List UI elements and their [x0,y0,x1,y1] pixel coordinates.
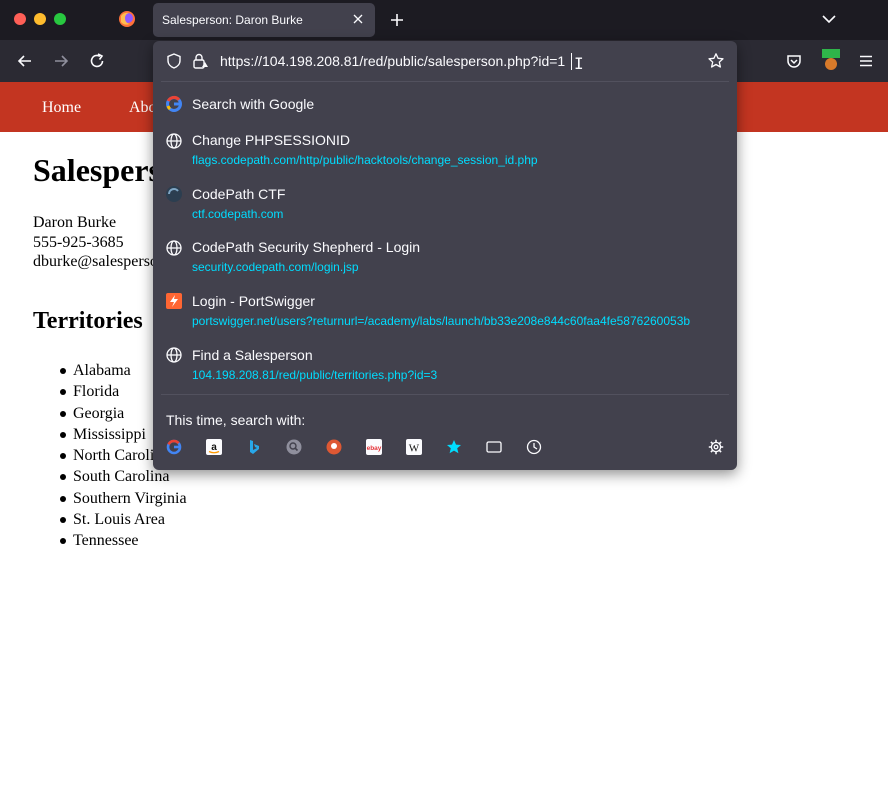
minimize-window-button[interactable] [34,13,46,25]
divider [161,394,729,395]
svg-text:ebay: ebay [367,445,382,452]
pocket-icon[interactable] [785,52,803,70]
divider [161,81,729,82]
territory-item: Tennessee [60,530,187,551]
forward-arrow-icon[interactable] [52,52,70,70]
suggestion-url: portswigger.net/users?returnurl=/academy… [192,314,691,328]
globe-icon [166,133,182,149]
suggestion-row[interactable]: Find a Salesperson 104.198.208.81/red/pu… [153,342,737,392]
tab-salesperson[interactable]: Salesperson: Daron Burke [153,3,375,37]
hamburger-menu-icon[interactable] [857,52,875,70]
territory-item: St. Louis Area [60,509,187,530]
codepath-favicon [166,186,182,202]
svg-text:W: W [409,443,420,455]
reload-icon[interactable] [88,52,106,70]
suggestion-url: flags.codepath.com/http/public/hacktools… [192,153,538,167]
suggestion-title: CodePath Security Shepherd - Login [192,239,421,255]
amazon-icon[interactable]: a [206,439,222,455]
duckduckgo-icon[interactable] [326,439,342,455]
close-icon[interactable] [351,12,365,26]
nav-link-home[interactable]: Home [42,99,81,117]
insecure-lock-icon[interactable] [191,52,209,70]
globe-icon [166,347,182,363]
zoom-window-button[interactable] [54,13,66,25]
google-icon [166,95,182,112]
suggestion-title: Find a Salesperson [192,347,313,363]
chevron-down-icon[interactable] [821,12,837,26]
history-icon[interactable] [526,439,542,455]
firefox-icon[interactable] [118,10,136,28]
back-arrow-icon[interactable] [16,52,34,70]
suggestion-title: CodePath CTF [192,186,286,202]
bookmarks-star-icon[interactable] [446,439,462,455]
tab-title: Salesperson: Daron Burke [162,13,303,27]
suggestion-row[interactable]: CodePath Security Shepherd - Login secur… [153,234,737,284]
tabs-icon[interactable] [486,439,502,455]
search-engine-icon[interactable] [286,439,302,455]
shield-icon[interactable] [165,52,183,70]
url-input[interactable]: https://104.198.208.81/red/public/salesp… [220,53,565,69]
territory-item: Southern Virginia [60,488,187,509]
gear-icon[interactable] [708,439,724,455]
svg-text:a: a [211,442,217,453]
title-bar: Salesperson: Daron Burke [0,0,888,40]
suggestion-title: Login - PortSwigger [192,293,315,309]
suggestion-url: ctf.codepath.com [192,207,284,221]
text-caret [571,53,572,70]
suggestion-row[interactable]: Change PHPSESSIONID flags.codepath.com/h… [153,127,737,177]
one-off-search-label: This time, search with: [166,412,306,428]
url-input-row[interactable]: https://104.198.208.81/red/public/salesp… [153,41,737,81]
suggestion-title: Change PHPSESSIONID [192,132,350,148]
globe-icon [166,240,182,256]
search-with-google-row[interactable]: Search with Google [153,89,737,119]
bookmark-star-icon[interactable] [707,52,725,70]
bing-icon[interactable] [246,439,262,455]
portswigger-favicon [166,293,182,309]
plus-icon[interactable] [388,11,406,29]
http-header-extension-icon[interactable] [821,49,841,71]
suggestion-row[interactable]: CodePath CTF ctf.codepath.com [153,181,737,231]
google-icon[interactable] [166,439,182,455]
suggestion-row[interactable]: Login - PortSwigger portswigger.net/user… [153,288,737,338]
search-with-google-label: Search with Google [192,96,315,112]
suggestion-url: 104.198.208.81/red/public/territories.ph… [192,368,438,382]
territories-heading: Territories [33,308,143,334]
text-cursor-icon: I [574,54,584,73]
wikipedia-icon[interactable]: W [406,439,422,455]
close-window-button[interactable] [14,13,26,25]
suggestion-url: security.codepath.com/login.jsp [192,260,359,274]
urlbar-popup: https://104.198.208.81/red/public/salesp… [153,41,737,470]
ebay-icon[interactable]: ebay [366,439,382,455]
